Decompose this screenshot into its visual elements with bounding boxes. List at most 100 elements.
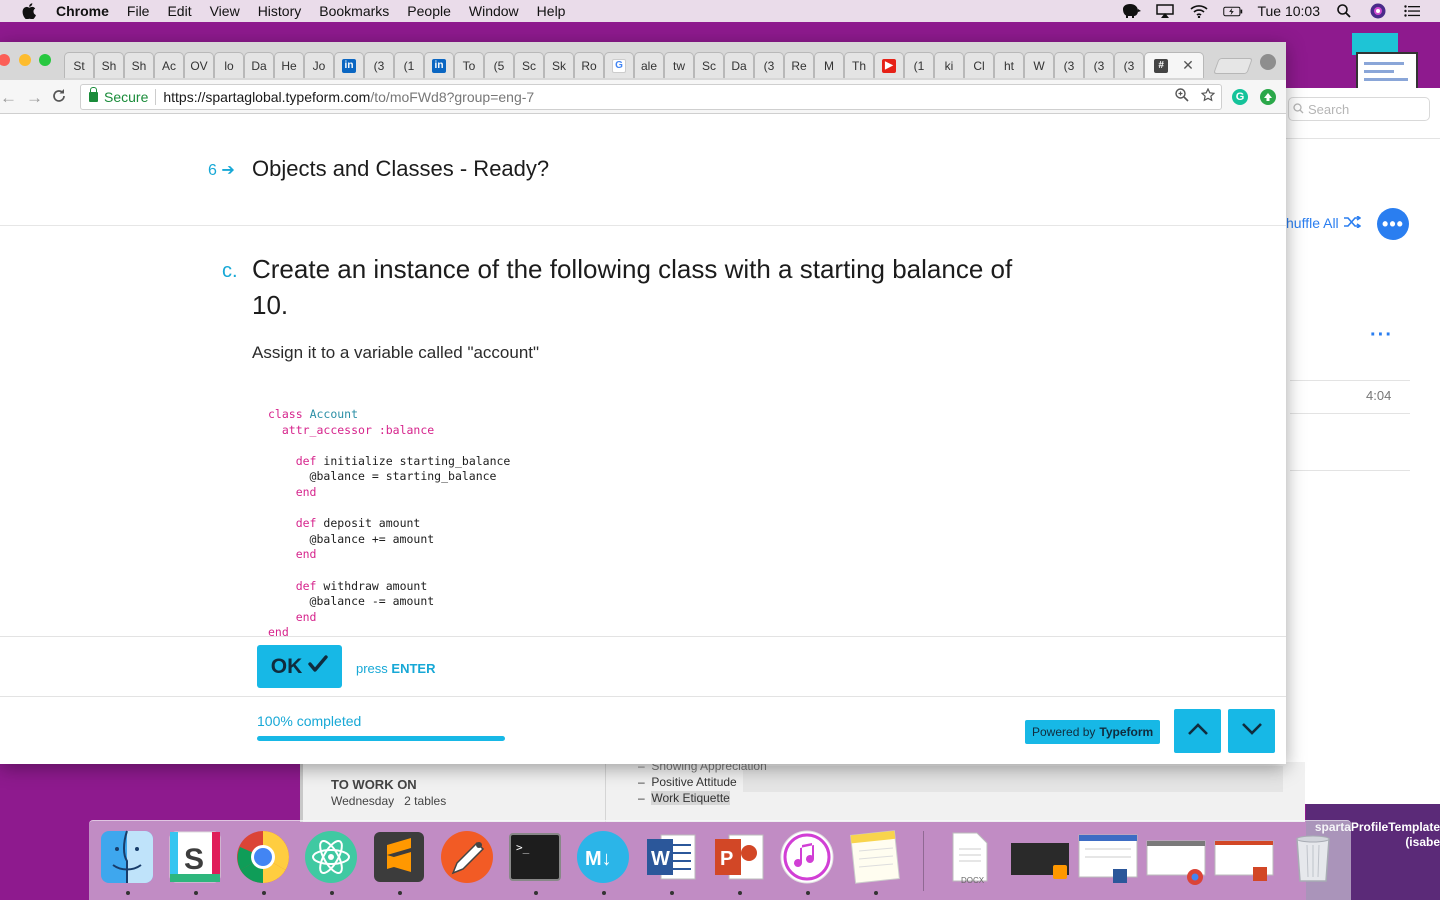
wifi-icon[interactable] [1189,3,1209,19]
browser-tab[interactable]: Ac [154,52,184,78]
reload-icon[interactable] [52,88,66,108]
siri-icon[interactable] [1368,3,1388,19]
browser-tab[interactable]: tw [664,52,694,78]
scrivener-pen-icon[interactable] [439,829,497,887]
menu-help[interactable]: Help [537,3,566,19]
airplay-icon[interactable] [1155,3,1175,19]
notification-center-icon[interactable] [1402,3,1422,19]
menu-app-name[interactable]: Chrome [56,3,109,19]
atom-icon[interactable] [303,829,361,895]
browser-tab[interactable]: Sc [694,52,724,78]
browser-tab[interactable]: lo [214,52,244,78]
browser-tab[interactable]: Sk [544,52,574,78]
browser-tab[interactable]: ale [634,52,664,78]
browser-tab[interactable]: Da [724,52,754,78]
profile-avatar[interactable] [1260,54,1276,70]
browser-tab[interactable]: (1 [394,52,424,78]
menu-people[interactable]: People [407,3,451,19]
notes-icon[interactable] [847,829,905,895]
previous-question-button[interactable] [1174,709,1221,753]
new-tab-button[interactable] [1213,58,1253,74]
browser-tab[interactable]: He [274,52,304,78]
browser-tab[interactable]: (3 [1054,52,1084,78]
menu-history[interactable]: History [258,3,302,19]
music-search-field[interactable]: Search [1288,97,1430,121]
menu-clock[interactable]: Tue 10:03 [1257,3,1320,19]
browser-tab[interactable]: Sc [514,52,544,78]
menu-window[interactable]: Window [469,3,519,19]
itunes-icon[interactable] [779,829,837,895]
browser-tab[interactable]: (5 [484,52,514,78]
browser-tab[interactable]: (3 [364,52,394,78]
slack-icon[interactable]: S [167,829,225,895]
browser-tab[interactable]: (3 [754,52,784,78]
menu-view[interactable]: View [210,3,240,19]
back-arrow-icon[interactable]: ← [0,88,17,108]
chrome-doc-icon[interactable] [1145,829,1206,887]
browser-tab[interactable]: OV [184,52,214,78]
browser-tab[interactable]: Jo [304,52,334,78]
menu-file[interactable]: File [127,3,150,19]
browser-tab[interactable]: Cl [964,52,994,78]
powerpoint-doc-icon[interactable] [1213,829,1274,887]
spotlight-search-icon[interactable] [1334,3,1354,19]
zoom-window-button[interactable] [39,54,51,66]
browser-tab[interactable]: Ro [574,52,604,78]
powered-by-typeform-badge[interactable]: Powered by Typeform [1025,720,1161,744]
tab-active[interactable]: # ✕ [1144,52,1204,78]
bookmark-star-icon[interactable] [1200,87,1216,105]
browser-tab[interactable]: G [604,52,634,78]
browser-tab[interactable]: (1 [904,52,934,78]
address-bar[interactable]: Secure https://spartaglobal.typeform.com… [80,84,1222,110]
browser-tab[interactable]: ▶ [874,52,904,78]
browser-tab[interactable]: To [454,52,484,78]
powerpoint-icon[interactable]: P [711,829,769,895]
forward-arrow-icon[interactable]: → [26,88,43,108]
upload-extension-icon[interactable] [1260,89,1276,105]
browser-tab[interactable]: Re [784,52,814,78]
ok-button[interactable]: OK [257,645,342,688]
browser-tab[interactable]: (3 [1084,52,1114,78]
browser-tab[interactable]: St [64,52,94,78]
trash-icon[interactable] [1285,829,1343,887]
browser-tab[interactable]: Sh [124,52,154,78]
terminal-icon[interactable]: >_ [507,829,565,895]
previous-question[interactable]: 6 ➔ Objects and Classes - Ready? [0,115,1286,226]
browser-tab[interactable]: W [1024,52,1054,78]
battery-icon[interactable] [1223,3,1243,19]
browser-tab[interactable]: M [814,52,844,78]
word-doc-icon[interactable] [1077,829,1138,887]
track-more-icon[interactable]: ··· [1370,324,1393,347]
next-question-button[interactable] [1228,709,1275,753]
search-icon [1293,102,1304,117]
menu-bookmarks[interactable]: Bookmarks [319,3,389,19]
zoom-magnifier-icon[interactable] [1175,88,1189,105]
browser-tab[interactable]: in [424,52,454,78]
close-window-button[interactable] [0,54,10,66]
chrome-icon[interactable] [235,829,293,895]
word-icon[interactable]: W [643,829,701,895]
browser-tab[interactable]: Sh [94,52,124,78]
desktop-screenshot-thumbnail[interactable] [1356,52,1418,92]
browser-tab[interactable]: (3 [1114,52,1144,78]
apple-icon[interactable] [20,2,38,20]
menu-edit[interactable]: Edit [167,3,191,19]
grammarly-extension-icon[interactable]: G [1232,89,1248,105]
evernote-elephant-icon[interactable] [1121,3,1142,19]
browser-tab[interactable]: Da [244,52,274,78]
browser-tab[interactable]: ht [994,52,1024,78]
more-options-button[interactable]: ••• [1377,208,1409,240]
finder-icon[interactable] [99,829,157,895]
code-line: @balance += amount [309,531,435,546]
browser-tab[interactable]: Th [844,52,874,78]
mac-menu-bar: Chrome File Edit View History Bookmarks … [0,0,1440,22]
minimize-window-button[interactable] [19,54,31,66]
markdown-icon[interactable]: M↓ [575,829,633,895]
browser-tab[interactable]: ki [934,52,964,78]
sublime-doc-icon[interactable] [1009,829,1069,887]
docx-file-icon[interactable]: DOCX [941,829,999,887]
browser-tab[interactable]: in [334,52,364,78]
shuffle-all-button[interactable]: huffle All [1286,215,1362,231]
close-tab-icon[interactable]: ✕ [1182,57,1194,74]
sublime-text-icon[interactable] [371,829,429,895]
